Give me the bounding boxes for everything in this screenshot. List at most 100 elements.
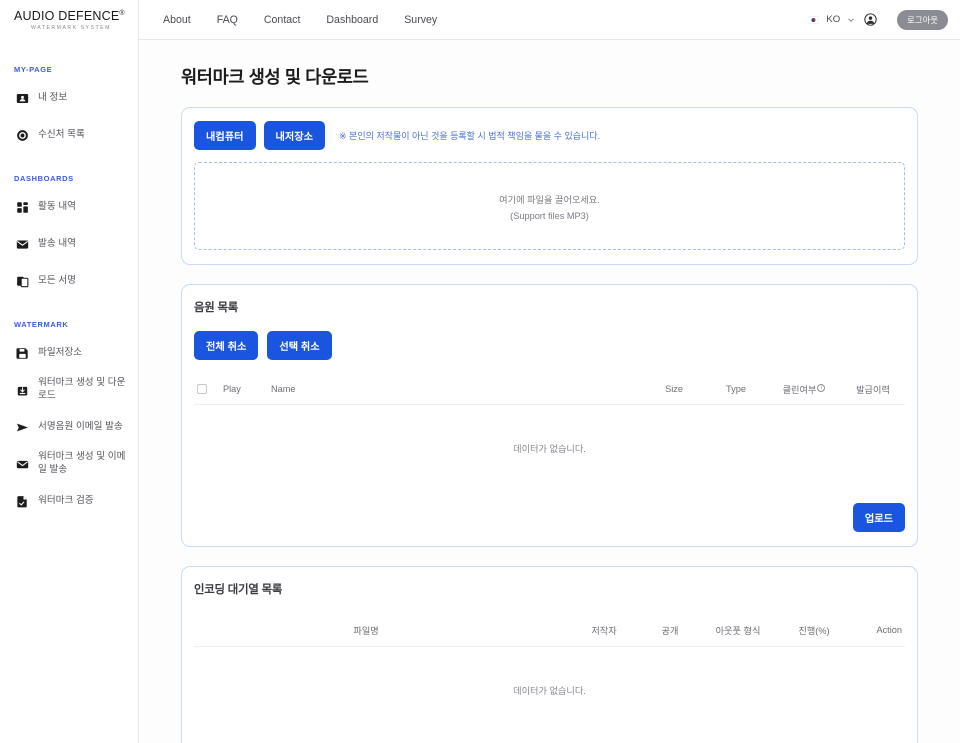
column-size: Size xyxy=(665,384,683,394)
dashboard-grid-icon xyxy=(16,201,29,214)
column-filename: 파일명 xyxy=(353,626,379,636)
column-name: Name xyxy=(271,384,296,394)
encoding-queue-header-row: 파일명 저작자 공개 아웃풋 형식 진행(%) Action xyxy=(194,615,905,647)
sidebar-item-file-storage[interactable]: 파일저장소 xyxy=(0,340,138,366)
upload-source-row: 내컴퓨터 내저장소 ※ 본인의 저작물이 아닌 것을 등록할 시 법적 책임을 … xyxy=(194,121,905,150)
contact-card-icon xyxy=(16,92,29,105)
select-all-checkbox[interactable] xyxy=(197,384,207,395)
page-title: 워터마크 생성 및 다운로드 xyxy=(181,67,369,87)
nav-item-contact[interactable]: Contact xyxy=(264,14,301,26)
sidebar-section-dashboards: DASHBOARDS xyxy=(14,174,74,183)
sidebar-item-send-history[interactable]: 발송 내역 xyxy=(0,231,138,257)
my-computer-button[interactable]: 내컴퓨터 xyxy=(194,121,256,150)
encoding-queue-table: 파일명 저작자 공개 아웃풋 형식 진행(%) Action 데이터가 없습니다… xyxy=(194,615,905,731)
column-clean-status: 클린여부 i xyxy=(767,374,841,405)
language-label[interactable]: KO xyxy=(826,14,840,25)
upload-button[interactable]: 업로드 xyxy=(852,503,905,532)
app-root: AUDIO DEFENCE® WATERMARK SYSTEM MY-PAGE … xyxy=(0,0,960,743)
sidebar-item-label: 발송 내역 xyxy=(38,237,76,249)
column-output-format: 아웃풋 형식 xyxy=(715,626,761,636)
brand-name-text: AUDIO DEFENCE xyxy=(14,9,120,23)
source-list-empty-row: 데이터가 없습니다. xyxy=(194,405,905,490)
send-arrow-icon xyxy=(16,421,29,434)
brand-logo[interactable]: AUDIO DEFENCE® WATERMARK SYSTEM xyxy=(0,0,138,31)
download-box-icon xyxy=(16,384,29,397)
korea-flag-icon xyxy=(808,15,820,24)
sidebar-item-label: 워터마크 검증 xyxy=(38,494,94,506)
sidebar: AUDIO DEFENCE® WATERMARK SYSTEM MY-PAGE … xyxy=(0,0,139,743)
source-list-head: Play Name Size Type 클린여부 i 발급이력 xyxy=(194,374,905,405)
file-dropzone[interactable]: 여기에 파일을 끌어오세요. (Support files MP3) xyxy=(194,162,905,250)
encoding-queue-empty-row: 데이터가 없습니다. xyxy=(194,647,905,732)
nav-item-about[interactable]: About xyxy=(163,14,191,26)
target-icon xyxy=(16,129,29,142)
column-action: Action xyxy=(876,625,902,635)
sidebar-section-watermark: WATERMARK xyxy=(14,320,69,329)
info-icon[interactable]: i xyxy=(817,383,826,392)
column-play: Play xyxy=(223,384,241,394)
envelope-icon xyxy=(16,238,29,251)
column-issue-history: 발급이력 xyxy=(856,385,890,395)
sidebar-item-watermark-create-download[interactable]: 워터마크 생성 및 다운로드 xyxy=(0,377,138,403)
column-public: 공개 xyxy=(661,626,679,636)
dropzone-support-text: (Support files MP3) xyxy=(510,210,589,221)
sidebar-item-watermark-verify[interactable]: 워터마크 검증 xyxy=(0,488,138,514)
source-list-footer: 업로드 xyxy=(194,503,905,532)
encoding-queue-card: 인코딩 대기열 목록 파일명 저작자 공개 아웃풋 형식 진행(%) Actio… xyxy=(181,566,918,743)
source-list-actions: 전체 취소 선택 취소 xyxy=(194,331,905,360)
sidebar-item-my-info[interactable]: 내 정보 xyxy=(0,85,138,111)
column-type: Type xyxy=(726,384,746,394)
sidebar-item-label: 모든 서명 xyxy=(38,274,76,286)
column-progress: 진행(%) xyxy=(798,626,830,636)
cancel-selected-button[interactable]: 선택 취소 xyxy=(267,331,332,360)
brand-name: AUDIO DEFENCE® xyxy=(14,9,138,23)
sidebar-item-label: 내 정보 xyxy=(38,91,68,103)
upload-card: 내컴퓨터 내저장소 ※ 본인의 저작물이 아닌 것을 등록할 시 법적 책임을 … xyxy=(181,107,918,265)
mail-open-icon xyxy=(16,458,29,471)
nav-item-faq[interactable]: FAQ xyxy=(217,14,238,26)
sidebar-item-label: 파일저장소 xyxy=(38,346,83,358)
chevron-down-icon[interactable] xyxy=(847,16,855,24)
sidebar-item-label: 워터마크 생성 및 이메일 발송 xyxy=(38,451,126,475)
source-list-table: Play Name Size Type 클린여부 i 발급이력 데이터가 없습니… xyxy=(194,374,905,489)
source-list-empty-text: 데이터가 없습니다. xyxy=(513,444,586,454)
encoding-queue-title: 인코딩 대기열 목록 xyxy=(194,584,283,596)
cancel-all-button[interactable]: 전체 취소 xyxy=(194,331,259,360)
top-navbar: About FAQ Contact Dashboard Survey KO 로그… xyxy=(139,0,960,40)
my-storage-button[interactable]: 내저장소 xyxy=(263,121,325,150)
sidebar-section-my-page: MY-PAGE xyxy=(14,65,53,74)
sidebar-item-watermark-create-email[interactable]: 워터마크 생성 및 이메일 발송 xyxy=(0,451,138,477)
topbar-right-controls: KO 로그아웃 xyxy=(808,9,948,30)
encoding-queue-head: 파일명 저작자 공개 아웃풋 형식 진행(%) Action xyxy=(194,615,905,647)
user-account-icon[interactable] xyxy=(864,13,877,26)
save-disk-icon xyxy=(16,347,29,360)
nav-item-dashboard[interactable]: Dashboard xyxy=(326,14,378,26)
column-author: 저작자 xyxy=(591,626,617,636)
source-list-card: 음원 목록 전체 취소 선택 취소 Play Name Size Type 클린… xyxy=(181,284,918,547)
brand-subtitle: WATERMARK SYSTEM xyxy=(31,25,111,31)
encoding-queue-body: 데이터가 없습니다. xyxy=(194,647,905,732)
sidebar-item-signed-audio-email[interactable]: 서명음원 이메일 발송 xyxy=(0,414,138,440)
primary-nav: About FAQ Contact Dashboard Survey xyxy=(163,14,437,26)
sidebar-item-recipient-list[interactable]: 수신처 목록 xyxy=(0,122,138,148)
file-check-icon xyxy=(16,495,29,508)
sidebar-item-label: 활동 내역 xyxy=(38,200,76,212)
source-list-header-row: Play Name Size Type 클린여부 i 발급이력 xyxy=(194,374,905,405)
logout-button[interactable]: 로그아웃 xyxy=(897,9,948,30)
sidebar-item-all-signatures[interactable]: 모든 서명 xyxy=(0,268,138,294)
documents-icon xyxy=(16,275,29,288)
source-list-body: 데이터가 없습니다. xyxy=(194,405,905,490)
source-list-title: 음원 목록 xyxy=(194,302,239,314)
encoding-queue-empty-text: 데이터가 없습니다. xyxy=(513,686,586,696)
copyright-notice: ※ 본인의 저작물이 아닌 것을 등록할 시 법적 책임을 물을 수 있습니다. xyxy=(339,131,601,141)
dropzone-main-text: 여기에 파일을 끌어오세요. xyxy=(499,194,600,205)
column-clean-status-label: 클린여부 xyxy=(782,385,817,395)
main-area: About FAQ Contact Dashboard Survey KO 로그… xyxy=(139,0,960,743)
sidebar-item-label: 수신처 목록 xyxy=(38,128,85,140)
registered-mark-icon: ® xyxy=(119,9,125,17)
nav-item-survey[interactable]: Survey xyxy=(404,14,437,26)
sidebar-item-activity-history[interactable]: 활동 내역 xyxy=(0,194,138,220)
page-content: 워터마크 생성 및 다운로드 내컴퓨터 내저장소 ※ 본인의 저작물이 아닌 것… xyxy=(139,40,960,743)
sidebar-item-label: 워터마크 생성 및 다운로드 xyxy=(38,377,126,401)
queue-spacer-cell xyxy=(194,615,350,647)
